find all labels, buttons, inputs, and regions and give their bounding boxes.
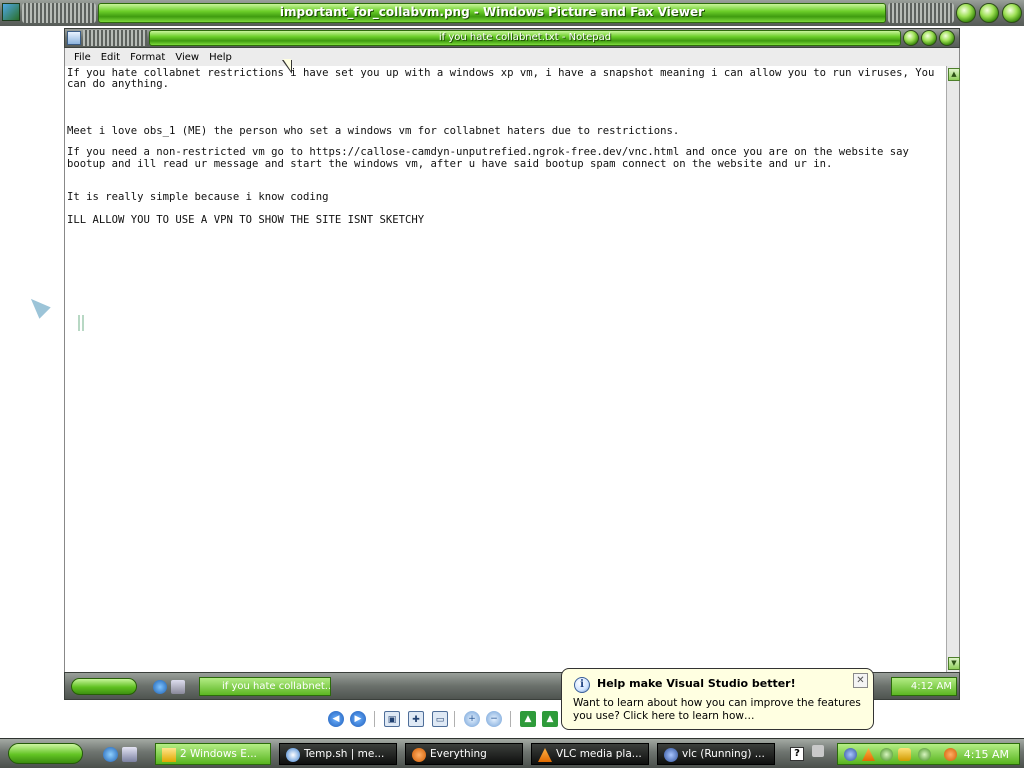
system-tray: 4:15 AM: [837, 743, 1020, 765]
text-line: Meet i love obs_1 (ME) the person who se…: [67, 125, 680, 138]
inner-clock: 4:12 AM: [910, 681, 952, 692]
notepad-icon: [67, 31, 81, 45]
scroll-down-icon: ▼: [948, 657, 960, 670]
inner-task-notepad: if you hate collabnet...: [199, 677, 331, 696]
viewer-title-bar[interactable]: important_for_collabvm.png - Windows Pic…: [0, 0, 1024, 26]
slideshow-icon[interactable]: ▭: [432, 711, 448, 727]
task-everything[interactable]: Everything: [405, 743, 523, 765]
close-button[interactable]: [1002, 3, 1022, 23]
help-icon[interactable]: ?: [790, 747, 804, 761]
inner-task-label: if you hate collabnet...: [222, 681, 331, 692]
start-button[interactable]: [8, 743, 83, 764]
menu-view: View: [175, 51, 200, 63]
folder-icon: [162, 748, 176, 762]
vlc-tray-icon[interactable]: [862, 748, 875, 761]
task-label: Temp.sh | me...: [304, 748, 385, 760]
everything-tray-icon[interactable]: [944, 748, 957, 761]
previous-image-icon[interactable]: ◀: [328, 711, 344, 727]
network-tray-icon[interactable]: [880, 748, 893, 761]
task-label: Everything: [430, 748, 487, 760]
text-line: [67, 90, 944, 101]
taskbar: 2 Windows E... Temp.sh | me... Everythin…: [0, 738, 1024, 768]
notepad-title-bar: if you hate collabnet.txt - Notepad: [64, 28, 960, 48]
virtualbox-icon: [664, 748, 678, 762]
text-line: [67, 203, 944, 214]
menu-format: Format: [130, 51, 166, 63]
task-label: 2 Windows E...: [180, 748, 257, 760]
window-title: important_for_collabvm.png - Windows Pic…: [279, 5, 705, 19]
notepad-minimize-button: [903, 30, 919, 46]
notepad-title: if you hate collabnet.txt - Notepad: [438, 32, 612, 43]
title-bar-grip: [22, 3, 96, 23]
minimize-button[interactable]: [956, 3, 976, 23]
browser-icon: [153, 680, 167, 694]
task-label: VLC media pla...: [556, 748, 642, 760]
actual-size-icon[interactable]: ✚: [408, 711, 424, 727]
task-vlc-running[interactable]: vlc (Running) ...: [657, 743, 775, 765]
notepad-text-area: If you hate collabnet restrictions i hav…: [64, 66, 946, 672]
task-label: vlc (Running) ...: [682, 748, 765, 760]
title-bar-grip: [83, 30, 147, 46]
notepad-close-button: [939, 30, 955, 46]
notepad-menu-bar: File Edit Format View Help: [64, 48, 960, 66]
inner-start-button: [71, 678, 137, 695]
close-icon[interactable]: ✕: [853, 673, 868, 688]
text-line: It is really simple because i know codin…: [67, 191, 329, 204]
desktop-icon: [171, 680, 185, 694]
menu-help: Help: [209, 51, 232, 63]
volume-tray-icon[interactable]: [918, 748, 931, 761]
zoom-in-icon[interactable]: +: [464, 711, 480, 727]
show-desktop-icon[interactable]: [122, 747, 137, 762]
balloon-title: Help make Visual Studio better!: [597, 677, 796, 690]
toolbar-separator: [510, 711, 511, 727]
notepad-maximize-button: [921, 30, 937, 46]
info-icon: i: [574, 677, 590, 693]
vlc-cone-icon: [538, 748, 552, 762]
notepad-scrollbar: ▲ ▼: [946, 66, 960, 672]
task-windows-explorer[interactable]: 2 Windows E...: [155, 743, 271, 765]
toolbar-separator: [454, 711, 455, 727]
task-temp-sh[interactable]: Temp.sh | me...: [279, 743, 397, 765]
menu-edit: Edit: [100, 51, 121, 63]
toolbar-separator: [374, 711, 375, 727]
browser-icon: [286, 748, 300, 762]
text-line: ILL ALLOW YOU TO USE A VPN TO SHOW THE S…: [67, 213, 425, 226]
text-line: If you need a non-restricted vm go to ht…: [67, 146, 916, 170]
best-fit-icon[interactable]: ▣: [384, 711, 400, 727]
text-line: [67, 113, 944, 124]
scroll-up-icon: ▲: [948, 68, 960, 81]
text-line: [67, 102, 944, 113]
notification-balloon[interactable]: i Help make Visual Studio better! Want t…: [561, 668, 874, 730]
maximize-button[interactable]: [979, 3, 999, 23]
next-image-icon[interactable]: ▶: [350, 711, 366, 727]
task-vlc-media-player[interactable]: VLC media pla...: [531, 743, 649, 765]
tray-expand-icon[interactable]: [812, 745, 824, 757]
text-line: [67, 170, 944, 181]
balloon-tail-fill: [283, 59, 291, 71]
picture-viewer-icon[interactable]: [2, 3, 20, 21]
balloon-message[interactable]: Want to learn about how you can improve …: [573, 697, 863, 723]
internet-explorer-icon[interactable]: [103, 747, 118, 762]
clock[interactable]: 4:15 AM: [964, 748, 1009, 761]
text-line: If you hate collabnet restrictions i hav…: [67, 67, 941, 91]
rotate-counterclockwise-icon[interactable]: ▲: [542, 711, 558, 727]
security-shield-icon[interactable]: [898, 748, 911, 761]
search-icon: [412, 748, 426, 762]
text-cursor-icon: [78, 315, 84, 331]
inner-tray-clock: 4:12 AM: [891, 677, 957, 696]
title-bar-grip: [888, 3, 954, 23]
zoom-out-icon[interactable]: −: [486, 711, 502, 727]
virtualbox-tray-icon[interactable]: [844, 748, 857, 761]
menu-file: File: [74, 51, 91, 63]
rotate-clockwise-icon[interactable]: ▲: [520, 711, 536, 727]
